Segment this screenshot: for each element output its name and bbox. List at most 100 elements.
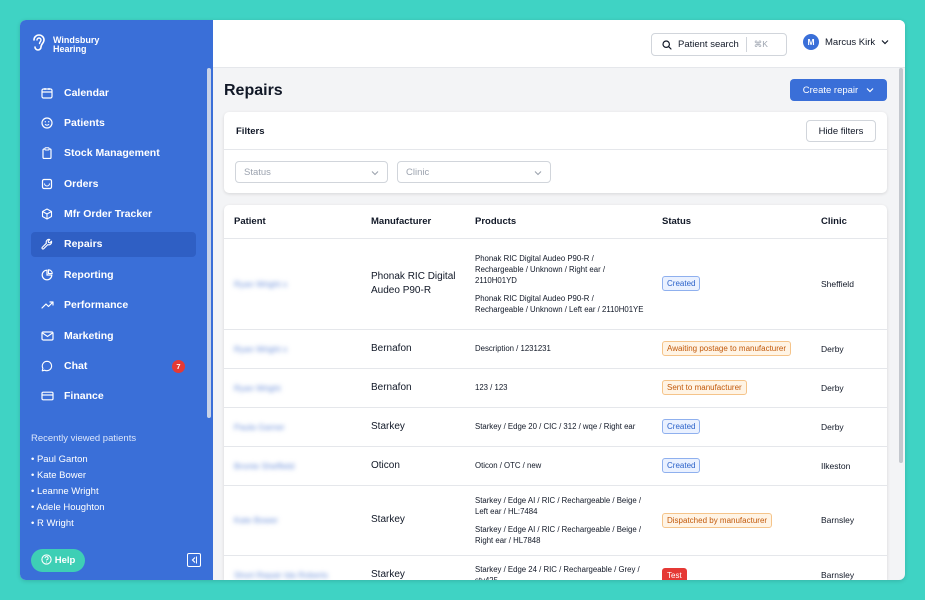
product-line: Description / 1231231 (475, 344, 551, 353)
help-label: Help (54, 555, 76, 566)
status-badge: Created (662, 458, 701, 473)
clinic-cell: Ilkeston (811, 446, 887, 486)
search-icon (662, 39, 672, 50)
product-line: Starkey / Edge AI / RIC / Rechargeable /… (475, 495, 641, 516)
chevron-down-icon (866, 87, 874, 93)
sidebar-item-mfr-order-tracker[interactable]: Mfr Order Tracker (31, 202, 196, 227)
avatar: M (803, 34, 819, 50)
status-badge: Dispatched by manufacturer (662, 512, 773, 528)
products-cell: Starkey / Edge 24 / RIC / Rechargeable /… (465, 555, 652, 580)
table-row[interactable]: Paula Garner Starkey Starkey / Edge 20 /… (224, 407, 887, 447)
table-row[interactable]: Ryan Wright Bernafon 123 / 123 Sent to m… (224, 368, 887, 408)
recent-patient-link[interactable]: • Leanne Wright (31, 484, 105, 500)
patient-name[interactable]: Short Repair Ida Roberts (234, 570, 361, 580)
filters-title: Filters (236, 126, 265, 137)
status-filter-placeholder: Status (244, 166, 271, 178)
product-line: Starkey / Edge 24 / RIC / Rechargeable /… (475, 565, 640, 580)
sidebar-item-finance[interactable]: Finance (31, 384, 196, 409)
products-cell: Phonak RIC Digital Audeo P90-R / Recharg… (465, 238, 652, 330)
status-badge: Awaiting postage to manufacturer (662, 341, 792, 356)
patient-name[interactable]: Kate Bower (234, 515, 361, 525)
patient-name[interactable]: Ryan Wright (234, 383, 361, 393)
collapse-icon (190, 551, 198, 569)
products-cell: Starkey / Edge 20 / CIC / 312 / wqe / Ri… (465, 407, 652, 447)
wrench-icon (40, 237, 54, 251)
question-icon (41, 553, 52, 568)
sidebar-item-label: Marketing (64, 329, 114, 342)
recent-patient-link[interactable]: • Paul Garton (31, 452, 105, 468)
top-bar: Patient search ⌘K M Marcus Kirk (213, 20, 905, 68)
clinic-filter-select[interactable]: Clinic (397, 161, 551, 183)
recent-patient-link[interactable]: • Kate Bower (31, 468, 105, 484)
sidebar-scrollbar[interactable] (207, 68, 211, 418)
sidebar-item-stock-management[interactable]: Stock Management (31, 141, 196, 166)
column-header-manufacturer[interactable]: Manufacturer (361, 205, 465, 239)
product-line: Phonak RIC Digital Audeo P90-R / Recharg… (475, 253, 606, 285)
main-scrollbar[interactable] (899, 68, 903, 463)
column-header-patient[interactable]: Patient (224, 205, 361, 239)
products-cell: Description / 1231231 (465, 329, 652, 369)
sidebar-item-label: Stock Management (64, 147, 160, 160)
sidebar-item-marketing[interactable]: Marketing (31, 323, 196, 348)
clinic-cell: Sheffield (811, 238, 887, 330)
product-line: Phonak RIC Digital Audeo P90-R / Recharg… (475, 293, 644, 314)
product-line: Oticon / OTC / new (475, 461, 542, 470)
help-button[interactable]: Help (31, 549, 85, 572)
patient-name[interactable]: Ryan Wright x (234, 344, 361, 354)
column-header-status[interactable]: Status (652, 205, 811, 239)
recent-patient-link[interactable]: • R Wright (31, 516, 105, 532)
patient-name[interactable]: Bronte Sheffield (234, 461, 361, 471)
products-cell: Starkey / Edge AI / RIC / Rechargeable /… (465, 485, 652, 556)
clinic-cell: Barnsley (811, 485, 887, 556)
sidebar-item-label: Orders (64, 177, 99, 190)
chevron-down-icon (371, 168, 379, 179)
sidebar-item-chat[interactable]: Chat 7 (31, 354, 196, 379)
ear-logo-icon (30, 32, 48, 57)
manufacturer-cell: Oticon (361, 446, 465, 486)
brand-logo[interactable]: Windsbury Hearing (30, 32, 99, 57)
column-header-products[interactable]: Products (465, 205, 652, 239)
chat-icon (40, 359, 54, 373)
patient-name[interactable]: Ryan Wright x (234, 279, 361, 289)
sidebar-item-reporting[interactable]: Reporting (31, 262, 196, 287)
sidebar-item-repairs[interactable]: Repairs (31, 231, 196, 257)
collapse-sidebar-button[interactable] (187, 553, 201, 567)
hide-filters-button[interactable]: Hide filters (806, 120, 876, 142)
products-cell: 123 / 123 (465, 368, 652, 408)
create-repair-button[interactable]: Create repair (790, 79, 887, 101)
page-title: Repairs (224, 82, 283, 99)
sidebar-item-label: Mfr Order Tracker (64, 208, 153, 221)
sidebar-item-performance[interactable]: Performance (31, 293, 196, 318)
repairs-table: Patient Manufacturer Products Status Cli… (224, 205, 887, 580)
status-badge: Created (662, 276, 701, 291)
user-menu[interactable]: M Marcus Kirk (803, 34, 889, 50)
table-row[interactable]: Kate Bower Starkey Starkey / Edge AI / R… (224, 485, 887, 556)
cube-icon (40, 207, 54, 221)
status-filter-select[interactable]: Status (235, 161, 388, 183)
patient-search-label: Patient search (678, 39, 739, 50)
pie-chart-icon (40, 268, 54, 282)
table-row[interactable]: Bronte Sheffield Oticon Oticon / OTC / n… (224, 446, 887, 486)
status-badge: Sent to manufacturer (662, 380, 747, 395)
sidebar-item-calendar[interactable]: Calendar (31, 80, 196, 105)
filters-panel: Filters Hide filters Status Clinic (224, 112, 887, 193)
recent-patient-link[interactable]: • Adele Houghton (31, 500, 105, 516)
divider (224, 149, 887, 150)
clinic-cell: Derby (811, 407, 887, 447)
products-cell: Oticon / OTC / new (465, 446, 652, 486)
column-header-clinic[interactable]: Clinic (811, 205, 887, 239)
sidebar-item-label: Calendar (64, 86, 109, 99)
manufacturer-cell: Starkey (361, 555, 465, 580)
chevron-down-icon (534, 168, 542, 179)
sidebar-item-patients[interactable]: Patients (31, 110, 196, 135)
table-row[interactable]: Short Repair Ida Roberts Starkey Starkey… (224, 555, 887, 580)
table-row[interactable]: Ryan Wright x Bernafon Description / 123… (224, 329, 887, 369)
sidebar-item-label: Chat (64, 360, 88, 373)
product-line: Starkey / Edge AI / RIC / Rechargeable /… (475, 524, 641, 545)
table-row[interactable]: Ryan Wright x Phonak RIC Digital Audeo P… (224, 238, 887, 330)
manufacturer-cell: Bernafon (361, 329, 465, 369)
sidebar-item-orders[interactable]: Orders (31, 171, 196, 196)
patient-name[interactable]: Paula Garner (234, 422, 361, 432)
patient-search-button[interactable]: Patient search ⌘K (651, 33, 787, 56)
recent-patients-list: • Paul Garton • Kate Bower • Leanne Wrig… (31, 452, 105, 532)
